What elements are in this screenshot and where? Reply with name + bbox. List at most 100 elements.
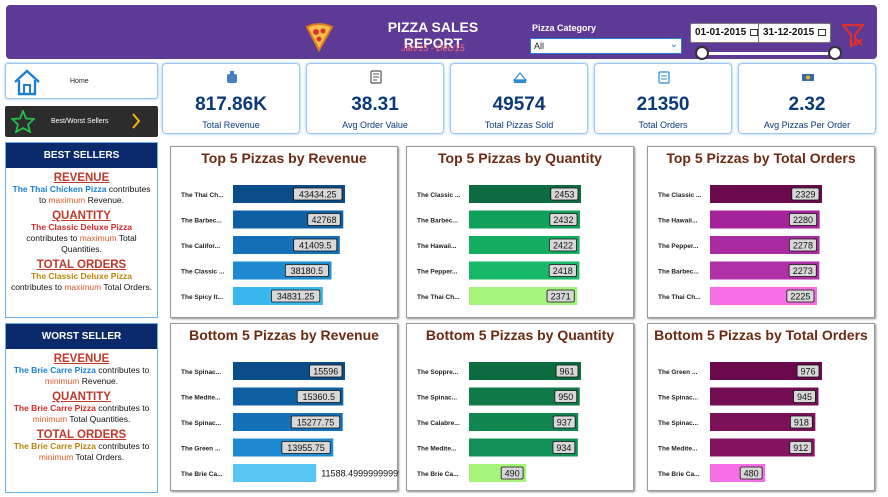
category-label: The Brie Ca... — [181, 471, 223, 478]
value-label: 945 — [797, 392, 812, 402]
value-label: 2329 — [795, 189, 815, 199]
kpi-label: Avg Order Value — [342, 120, 408, 130]
category-label: The Medite... — [417, 446, 457, 453]
kpi-total-revenue: 817.86K Total Revenue — [162, 63, 300, 134]
worst-revenue-text: The Brie Carre Pizza contributes to mini… — [13, 365, 150, 386]
kpi-value: 38.31 — [351, 94, 399, 115]
category-label: The Pepper... — [417, 269, 458, 276]
category-label: The Hawaii... — [417, 243, 457, 250]
kpi-value: 2.32 — [788, 94, 826, 115]
kpi-label: Avg Pizzas Per Order — [763, 120, 851, 130]
value-label: 937 — [557, 417, 572, 427]
value-label: 2432 — [553, 215, 573, 225]
value-label: 2280 — [793, 215, 813, 225]
value-label: 950 — [558, 392, 573, 402]
date-slider-end-handle[interactable] — [828, 46, 842, 60]
category-label: The Barbec... — [181, 218, 222, 225]
worst-orders-title: TOTAL ORDERS — [36, 429, 127, 441]
chevron-right-icon — [132, 113, 141, 129]
worst-revenue-title: REVENUE — [53, 353, 110, 365]
report-header: PIZZA SALES REPORT Jan/15 - Dec/15 Pizza… — [6, 5, 877, 60]
pizza-icon — [305, 23, 334, 53]
kpi-label: Total Orders — [638, 120, 688, 130]
chart-top-revenue: Top 5 Pizzas by Revenue The Thai Ch... 43… — [170, 146, 398, 318]
date-from-input[interactable]: 01-01-2015 — [690, 23, 764, 43]
kpi-value: 49574 — [492, 94, 546, 115]
date-slider-start-handle[interactable] — [695, 46, 709, 60]
category-label: The Medite... — [658, 446, 698, 453]
category-label: The Barbec... — [658, 269, 699, 276]
chart-bottom-revenue: Bottom 5 Pizzas by Revenue The Spinac...… — [170, 323, 399, 491]
date-to-input[interactable]: 31-12-2015 — [758, 23, 832, 43]
category-label: The Green ... — [181, 446, 221, 453]
best-sellers-panel: BEST SELLERS REVENUE The Thai Chicken Pi… — [5, 142, 158, 318]
value-label: 490 — [505, 468, 520, 478]
value-label: 918 — [794, 417, 809, 427]
bar[interactable] — [233, 464, 317, 482]
value-label: 11588.499999999993 — [321, 468, 399, 478]
chart-top-orders: Top 5 Pizzas by Total Orders The Classic… — [647, 146, 875, 318]
clear-filter-icon[interactable] — [842, 23, 864, 47]
value-label: 912 — [793, 443, 808, 453]
value-label: 2453 — [554, 189, 574, 199]
report-period: Jan/15 - Dec/15 — [401, 43, 465, 53]
nav-home-label: Home — [70, 78, 89, 85]
date-range-slider[interactable] — [702, 52, 842, 55]
value-label: 15360.5 — [302, 392, 335, 402]
kpi-avg-order-value: 38.31 Avg Order Value — [306, 63, 444, 134]
value-label: 976 — [801, 366, 816, 376]
category-label: The Califor... — [181, 243, 220, 250]
category-label: The Brie Ca... — [658, 471, 700, 478]
nav-best-worst-label: Best/Worst Sellers — [51, 118, 109, 125]
worst-seller-panel: WORST SELLER REVENUE The Brie Carre Pizz… — [5, 323, 158, 493]
category-label: The Barbec... — [417, 218, 458, 225]
best-revenue-title: REVENUE — [53, 172, 110, 184]
best-sellers-heading: BEST SELLERS — [6, 143, 157, 168]
worst-seller-heading: WORST SELLER — [6, 324, 157, 349]
kpi-avg-pizzas-per-order: 2.32 Avg Pizzas Per Order — [738, 63, 876, 134]
nav-home-button[interactable]: Home — [5, 63, 158, 99]
best-revenue-text: The Thai Chicken Pizza contributes to ma… — [12, 184, 151, 205]
chart-bottom-revenue-plot: The Spinac... 15596 The Medite... 15360.5 Th… — [181, 362, 399, 482]
date-to-value: 31-12-2015 — [763, 27, 815, 38]
value-label: 480 — [744, 468, 759, 478]
value-label: 2273 — [793, 266, 813, 276]
category-select[interactable]: All ⌄ — [530, 38, 682, 54]
chevron-down-icon: ⌄ — [669, 39, 678, 50]
category-label: The Medite... — [181, 395, 221, 402]
date-from-value: 01-01-2015 — [695, 27, 747, 38]
nav-best-worst-button[interactable]: Best/Worst Sellers — [5, 106, 158, 137]
category-label: The Soppre... — [417, 369, 458, 376]
star-icon — [11, 110, 35, 133]
category-label: The Spinac... — [181, 420, 221, 427]
value-label: 42768 — [312, 215, 337, 225]
category-label: The Green ... — [658, 369, 698, 376]
home-icon — [14, 69, 40, 96]
value-label: 38180.5 — [291, 266, 324, 276]
chart-bottom-orders: Bottom 5 Pizzas by Total Orders The Gree… — [647, 323, 875, 491]
kpi-value: 817.86K — [195, 94, 267, 115]
clipboard-icon — [658, 71, 670, 84]
category-label: The Pepper... — [658, 243, 699, 250]
value-label: 2418 — [553, 266, 573, 276]
kpi-total-orders: 21350 Total Orders — [594, 63, 732, 134]
category-label: The Hawaii... — [658, 218, 698, 225]
chart-bottom-quantity-plot: The Soppre... 961 The Spinac... 950 The Cala… — [417, 362, 581, 482]
value-label: 41409.5 — [299, 240, 332, 250]
category-filter-label: Pizza Category — [532, 23, 597, 33]
value-label: 934 — [556, 443, 571, 453]
money-bag-icon — [227, 71, 237, 83]
category-label: The Classic ... — [417, 192, 461, 199]
kpi-total-pizzas-sold: 49574 Total Pizzas Sold — [450, 63, 588, 134]
calendar-icon — [750, 28, 759, 36]
calendar-icon — [818, 28, 827, 36]
chart-top-quantity: Top 5 Pizzas by Quantity The Classic ...… — [406, 146, 634, 318]
category-label: The Classic ... — [658, 192, 702, 199]
best-orders-text: The Classic Deluxe Pizza contributes to … — [10, 271, 153, 292]
category-label: The Thai Ch... — [181, 192, 224, 199]
chart-top-quantity-plot: The Classic ... 2453 The Barbec... 2432 The … — [417, 185, 581, 305]
value-label: 34831.25 — [277, 291, 315, 301]
kpi-label: Total Revenue — [202, 120, 260, 130]
category-label: The Spinac... — [181, 369, 221, 376]
category-label: The Calabre... — [417, 420, 460, 427]
